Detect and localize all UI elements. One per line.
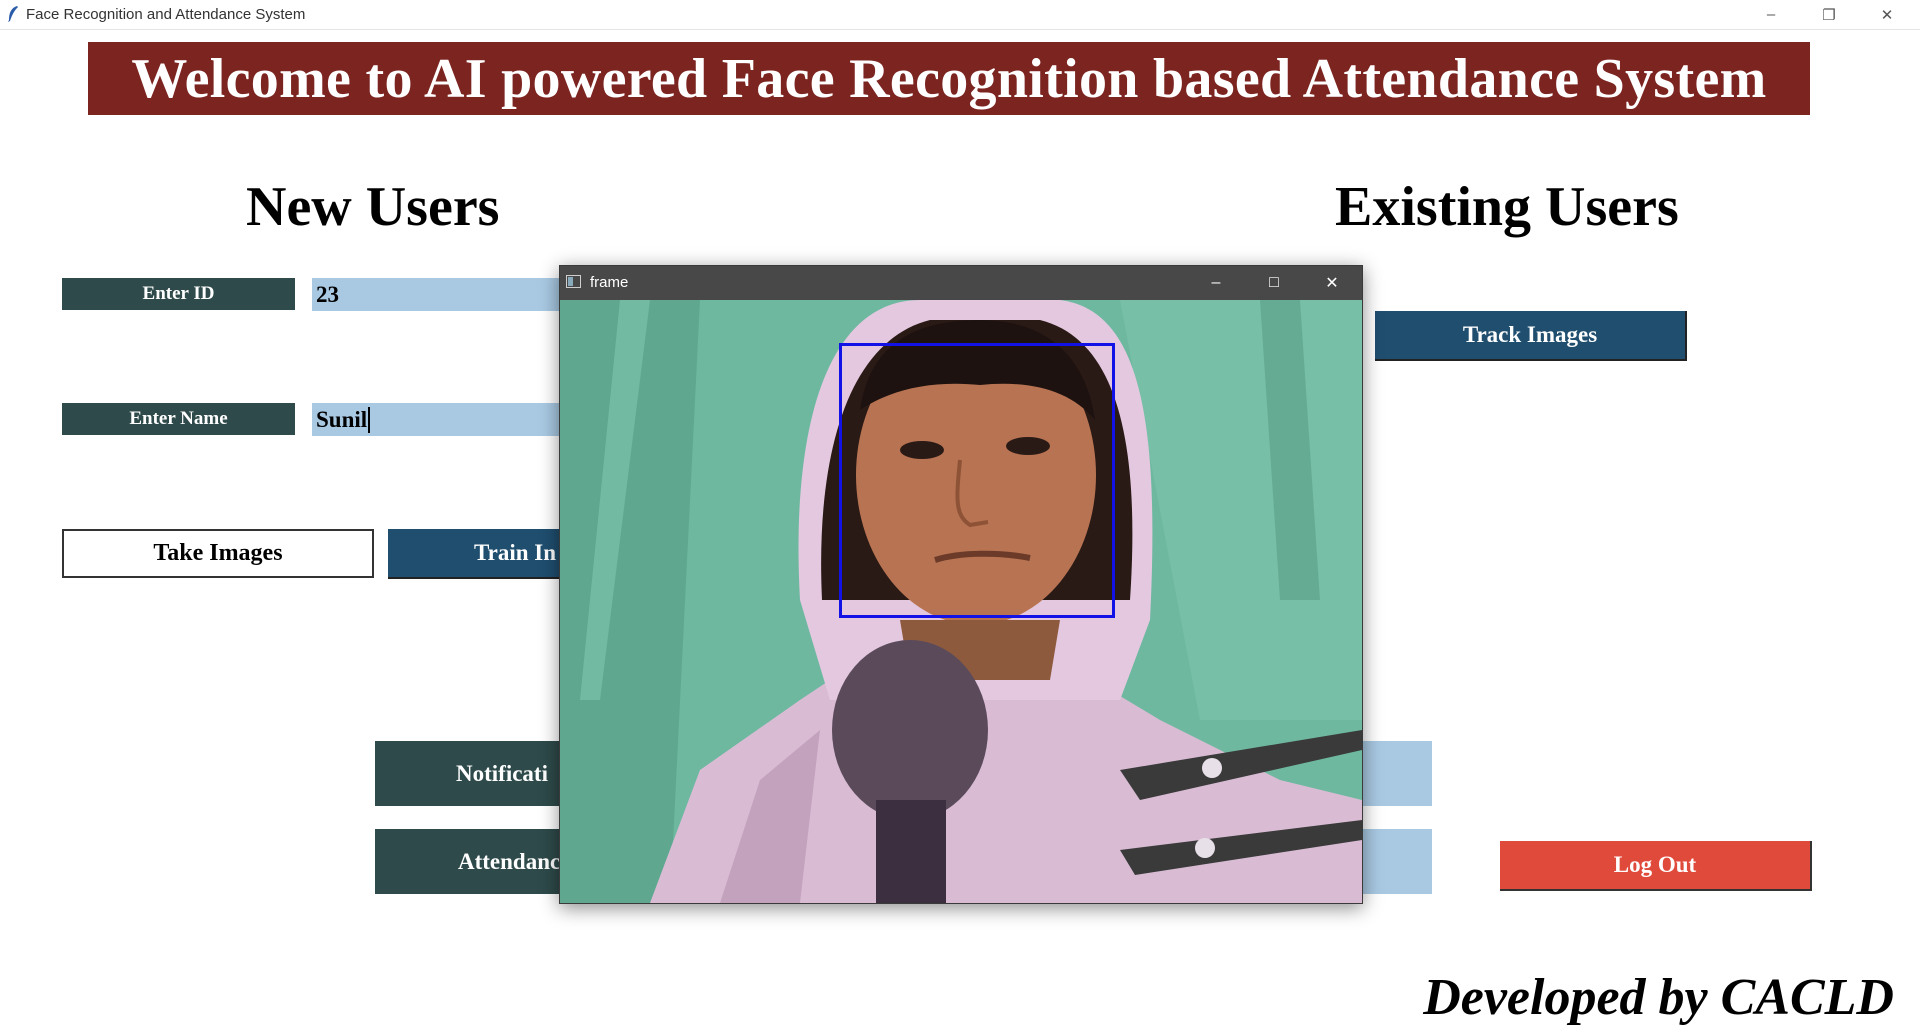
take-images-button[interactable]: Take Images [62,529,374,578]
new-users-title: New Users [246,176,500,238]
name-input[interactable]: Sunil [312,403,572,436]
frame-window[interactable]: frame – □ ✕ [559,265,1363,904]
welcome-banner: Welcome to AI powered Face Recognition b… [88,42,1810,115]
track-images-button[interactable]: Track Images [1375,311,1687,361]
notification-button[interactable]: Notificati [375,741,585,806]
notification-panel[interactable] [1355,741,1432,806]
enter-name-label: Enter Name [62,403,295,435]
frame-close-button[interactable]: ✕ [1303,266,1361,300]
text-cursor [368,406,371,433]
train-images-button[interactable]: Train In [388,529,578,579]
developer-credit: Developed by CACLD [1423,969,1894,1026]
frame-app-icon [566,275,581,288]
attendance-panel[interactable] [1355,829,1432,894]
feather-icon [8,6,18,22]
existing-users-title: Existing Users [1335,176,1679,238]
id-input[interactable]: 23 [312,278,572,311]
frame-title: frame [590,274,629,291]
window-titlebar: Face Recognition and Attendance System –… [0,0,1920,30]
window-title: Face Recognition and Attendance System [26,6,306,23]
enter-id-label: Enter ID [62,278,295,310]
frame-minimize-button[interactable]: – [1187,266,1245,300]
restore-button[interactable]: ❐ [1800,0,1858,29]
name-input-value: Sunil [316,406,368,432]
face-detection-box [839,343,1115,618]
camera-feed [560,300,1362,903]
close-button[interactable]: ✕ [1858,0,1916,29]
id-input-value: 23 [316,281,339,307]
minimize-button[interactable]: – [1742,0,1800,29]
attendance-button[interactable]: Attendanc [375,829,585,894]
frame-maximize-button[interactable]: □ [1245,266,1303,300]
frame-titlebar[interactable]: frame – □ ✕ [560,266,1362,300]
logout-button[interactable]: Log Out [1500,841,1812,891]
